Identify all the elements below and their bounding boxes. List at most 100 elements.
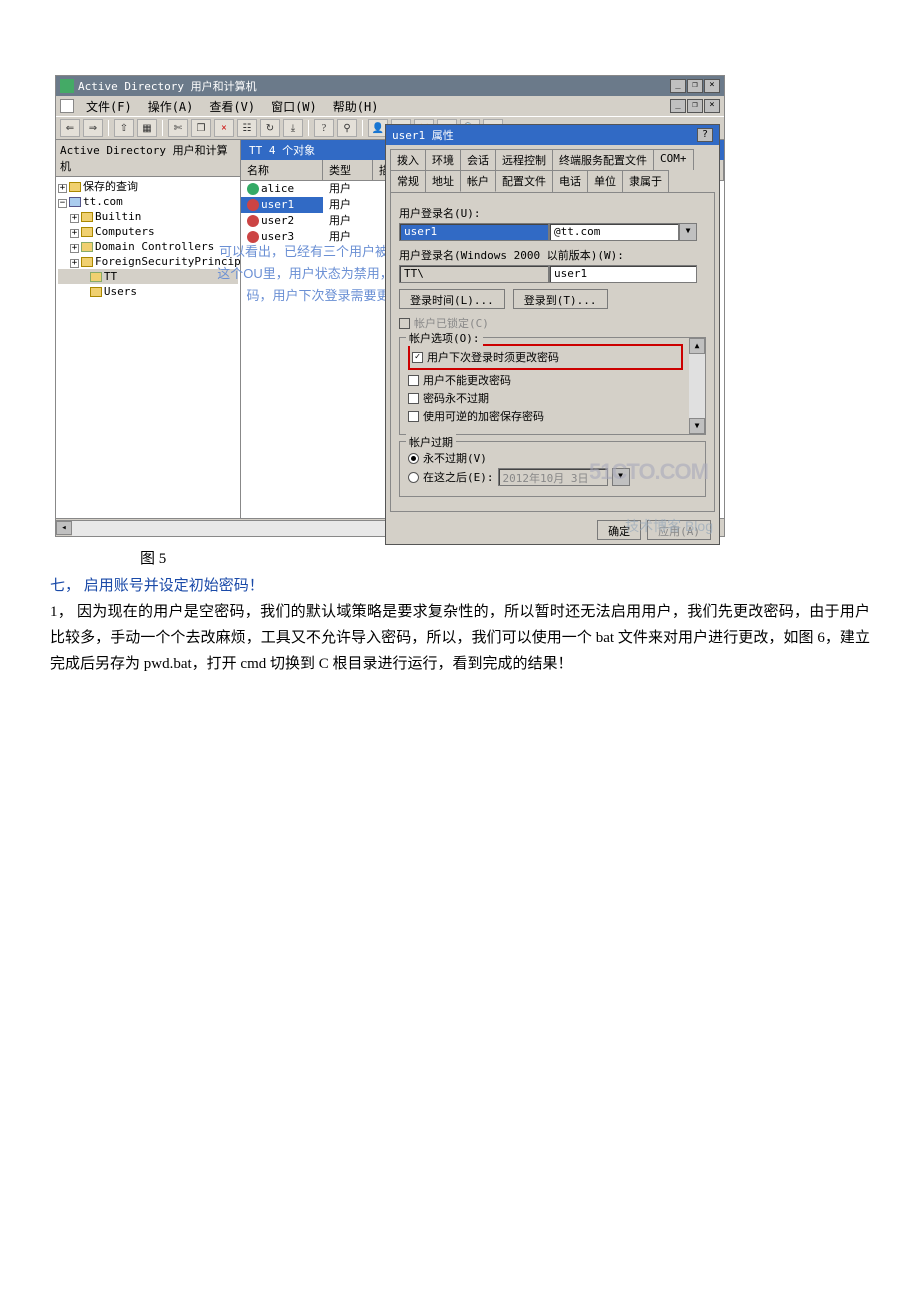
tab-session[interactable]: 会话 (460, 149, 496, 170)
forward-button[interactable]: ⇒ (83, 119, 103, 137)
tree-computers[interactable]: +Computers (58, 224, 238, 239)
menu-file[interactable]: 文件(F) (78, 96, 140, 117)
body-paragraph: 1， 因为现在的用户是空密码，我们的默认域策略是要求复杂性的，所以暂时还无法启用… (50, 599, 870, 677)
cut-icon[interactable]: ✄ (168, 119, 188, 137)
account-options-legend: 帐户选项(O): (406, 330, 483, 346)
user-icon (247, 183, 259, 195)
mdi-close[interactable]: × (704, 99, 720, 113)
delete-icon[interactable]: × (214, 119, 234, 137)
logon-hours-button[interactable]: 登录时间(L)... (399, 289, 505, 309)
expire-date-input: 2012年10月 3日 (498, 468, 608, 486)
tab-complus[interactable]: COM+ (653, 149, 694, 170)
tab-org[interactable]: 单位 (587, 170, 623, 192)
tabs-row-1: 拨入 环境 会话 远程控制 终端服务配置文件 COM+ (386, 145, 719, 170)
figure-caption: 图 5 (140, 547, 920, 568)
dialog-titlebar: user1 属性 ? (386, 125, 719, 145)
account-options-group: 帐户选项(O): 用户下次登录时须更改密码 用户不能更改密码 密码永不过期 (399, 337, 706, 435)
find-icon[interactable]: ⚲ (337, 119, 357, 137)
properties-icon[interactable]: ☷ (237, 119, 257, 137)
tree-body: +保存的查询 −tt.com +Builtin +Computers +Doma… (56, 177, 240, 301)
tree-builtin[interactable]: +Builtin (58, 209, 238, 224)
expire-at-radio[interactable] (408, 472, 419, 483)
col-type[interactable]: 类型 (323, 160, 373, 180)
logon-name-input[interactable]: user1 (399, 223, 549, 241)
menu-window[interactable]: 窗口(W) (263, 96, 325, 117)
menu-action[interactable]: 操作(A) (140, 96, 202, 117)
tab-tsprofile[interactable]: 终端服务配置文件 (552, 149, 654, 170)
date-chevron-down-icon: ▼ (612, 468, 630, 486)
user-disabled-icon (247, 231, 259, 243)
apply-button[interactable]: 应用(A) (647, 520, 711, 540)
tab-general[interactable]: 常规 (390, 170, 426, 192)
up-button[interactable]: ⇧ (114, 119, 134, 137)
tree-header: Active Directory 用户和计算机 (56, 140, 240, 177)
close-button[interactable]: × (704, 79, 720, 93)
menu-help[interactable]: 帮助(H) (325, 96, 387, 117)
minimize-button[interactable]: _ (670, 79, 686, 93)
never-expire-label: 密码永不过期 (423, 390, 489, 406)
copy-icon[interactable]: ❐ (191, 119, 211, 137)
user-properties-dialog: user1 属性 ? 拨入 环境 会话 远程控制 终端服务配置文件 COM+ 常… (385, 124, 720, 545)
cannot-change-label: 用户不能更改密码 (423, 372, 511, 388)
pre2000-label: 用户登录名(Windows 2000 以前版本)(W): (399, 247, 706, 263)
logon-name-label: 用户登录名(U): (399, 205, 706, 221)
pre2000-domain: TT\ (399, 265, 549, 283)
user-disabled-icon (247, 215, 259, 227)
ok-button[interactable]: 确定 (597, 520, 641, 540)
tab-profile[interactable]: 配置文件 (495, 170, 553, 192)
screenshot-window: Active Directory 用户和计算机 _ ❐ × 文件(F) 操作(A… (55, 75, 725, 537)
never-expire-radio-label: 永不过期(V) (423, 450, 487, 466)
mdi-minimize[interactable]: _ (670, 99, 686, 113)
dialog-buttons: 确定 应用(A) 技术博客 Blog (386, 516, 719, 544)
app-icon (60, 79, 74, 93)
never-expire-checkbox[interactable] (408, 393, 419, 404)
back-button[interactable]: ⇐ (60, 119, 80, 137)
menu-bar: 文件(F) 操作(A) 查看(V) 窗口(W) 帮助(H) _ ❐ × (56, 96, 724, 116)
account-locked-checkbox (399, 318, 410, 329)
expire-at-label: 在这之后(E): (423, 469, 494, 485)
pre2000-name-input[interactable]: user1 (549, 265, 697, 283)
logon-to-button[interactable]: 登录到(T)... (513, 289, 608, 309)
tab-dialin[interactable]: 拨入 (390, 149, 426, 170)
title-bar: Active Directory 用户和计算机 _ ❐ × (56, 76, 724, 96)
maximize-button[interactable]: ❐ (687, 79, 703, 93)
tree-domain[interactable]: −tt.com (58, 194, 238, 209)
tab-phone[interactable]: 电话 (552, 170, 588, 192)
user-disabled-icon (247, 199, 259, 211)
account-expire-legend: 帐户过期 (406, 434, 456, 450)
highlight-box: 用户下次登录时须更改密码 (408, 344, 683, 370)
help-icon[interactable]: ? (314, 119, 334, 137)
window-title: Active Directory 用户和计算机 (78, 78, 257, 94)
tab-account[interactable]: 帐户 (460, 170, 496, 192)
never-expire-radio[interactable] (408, 453, 419, 464)
account-tab-panel: 用户登录名(U): user1 @tt.com ▼ 用户登录名(Windows … (390, 192, 715, 512)
must-change-pwd-label: 用户下次登录时须更改密码 (427, 349, 559, 365)
refresh-icon[interactable]: ↻ (260, 119, 280, 137)
must-change-pwd-checkbox[interactable] (412, 352, 423, 363)
mmc-icon (60, 99, 74, 113)
tab-env[interactable]: 环境 (425, 149, 461, 170)
col-name[interactable]: 名称 (241, 160, 323, 180)
tree-saved-queries[interactable]: +保存的查询 (58, 179, 238, 194)
tab-memberof[interactable]: 隶属于 (622, 170, 669, 192)
reversible-checkbox[interactable] (408, 411, 419, 422)
options-scrollbar[interactable]: ▲▼ (689, 338, 705, 434)
chevron-down-icon[interactable]: ▼ (679, 223, 697, 241)
menu-view[interactable]: 查看(V) (201, 96, 263, 117)
show-hide-button[interactable]: ▦ (137, 119, 157, 137)
account-expire-group: 帐户过期 永不过期(V) 在这之后(E): 2012年10月 3日 ▼ (399, 441, 706, 497)
domain-suffix-select[interactable]: @tt.com (549, 223, 679, 241)
dialog-help-button[interactable]: ? (697, 128, 713, 142)
dialog-title: user1 属性 (392, 127, 454, 143)
annotation-overlay: 可以看出，已经有三个用户被导入到了TT 这个OU里，用户状态为禁用，并且是空密 … (91, 241, 241, 307)
reversible-label: 使用可逆的加密保存密码 (423, 408, 544, 424)
section-heading: 七， 启用账号并设定初始密码！ (50, 574, 870, 595)
tab-address[interactable]: 地址 (425, 170, 461, 192)
cannot-change-checkbox[interactable] (408, 375, 419, 386)
account-locked-label: 帐户已锁定(C) (414, 315, 489, 331)
mdi-restore[interactable]: ❐ (687, 99, 703, 113)
export-icon[interactable]: ⤓ (283, 119, 303, 137)
tree-pane: Active Directory 用户和计算机 +保存的查询 −tt.com +… (56, 140, 241, 518)
tab-remote[interactable]: 远程控制 (495, 149, 553, 170)
tabs-row-2: 常规 地址 帐户 配置文件 电话 单位 隶属于 (386, 170, 719, 192)
